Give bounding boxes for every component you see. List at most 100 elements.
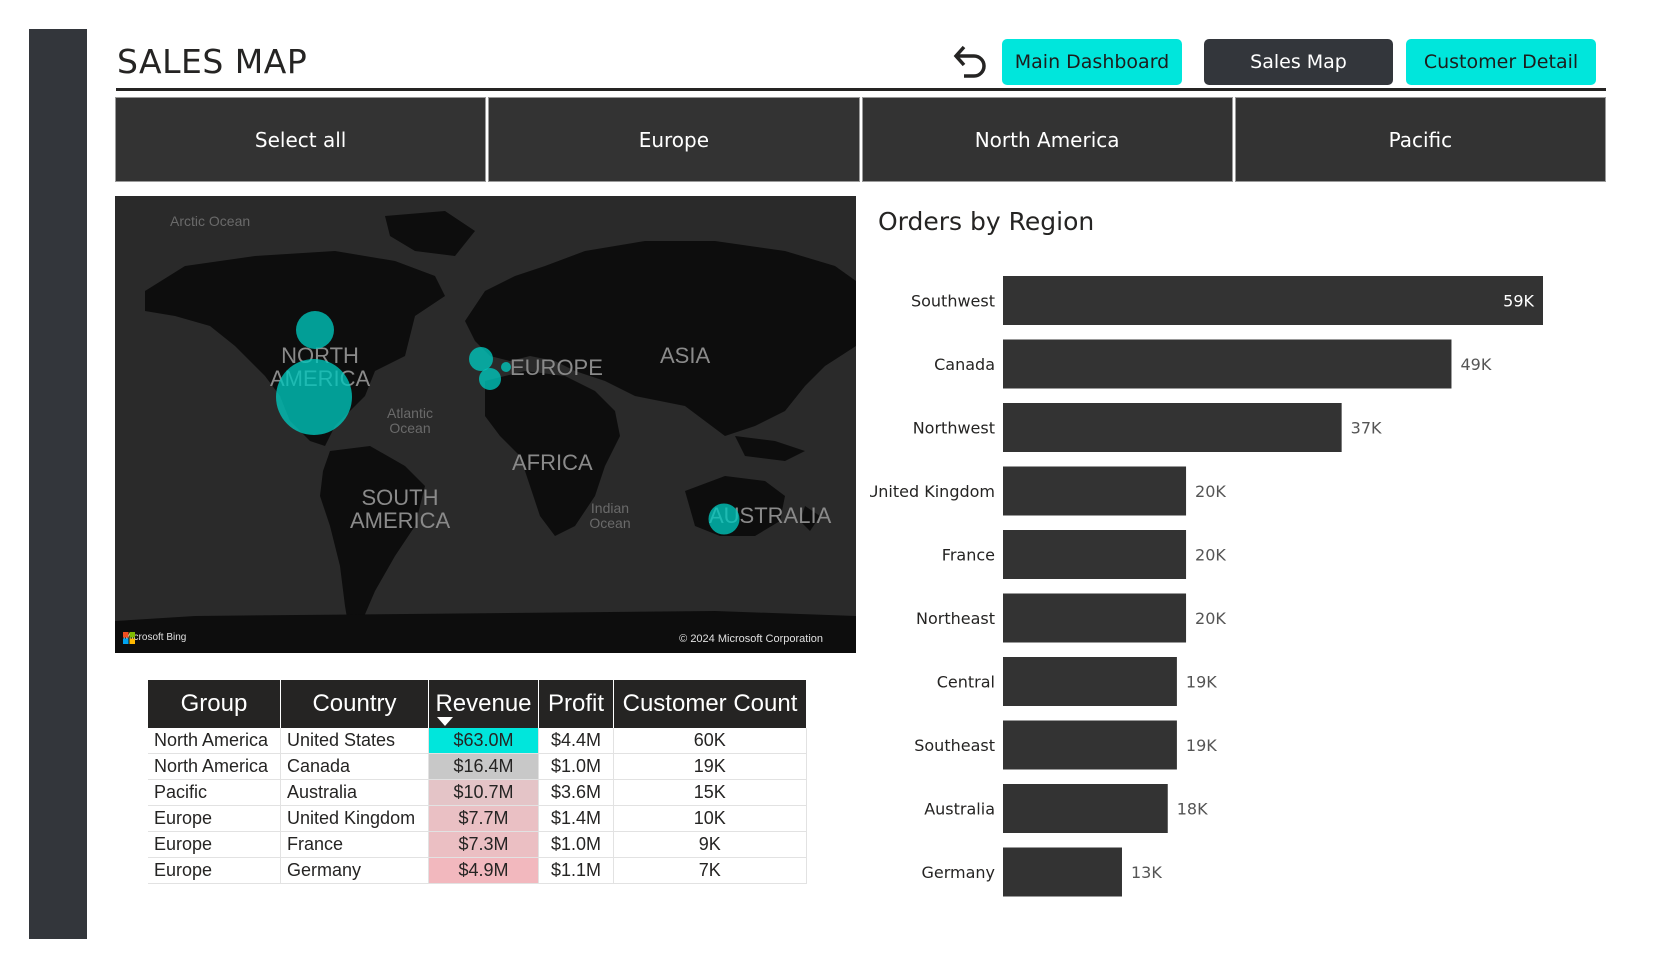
slicer-north-america[interactable]: North America bbox=[861, 97, 1233, 182]
cell-country: Germany bbox=[280, 857, 429, 884]
bar[interactable] bbox=[1003, 339, 1452, 389]
col-header-country[interactable]: Country bbox=[280, 680, 429, 728]
cell-profit: $1.1M bbox=[538, 857, 614, 884]
bar[interactable] bbox=[1003, 784, 1168, 833]
col-header-profit[interactable]: Profit bbox=[538, 680, 614, 728]
title-divider bbox=[116, 88, 1606, 91]
value-label: 19K bbox=[1186, 736, 1217, 755]
map-label-africa: AFRICA bbox=[512, 450, 593, 475]
bar[interactable] bbox=[1003, 593, 1187, 643]
cell-revenue: $10.7M bbox=[428, 779, 539, 806]
category-label: France bbox=[942, 546, 995, 565]
cell-customer-count: 9K bbox=[613, 831, 807, 858]
cell-country: Canada bbox=[280, 753, 429, 780]
region-slicer: Select all Europe North America Pacific bbox=[115, 97, 1606, 182]
cell-group: Pacific bbox=[148, 779, 281, 806]
map-copyright: © 2024 Microsoft Corporation bbox=[679, 633, 823, 645]
bubble-united-states[interactable] bbox=[276, 359, 352, 435]
table-row[interactable]: Europe France $7.3M $1.0M 9K bbox=[148, 831, 807, 858]
category-label: United Kingdom bbox=[870, 482, 995, 501]
cell-group: Europe bbox=[148, 857, 281, 884]
category-label: Central bbox=[937, 673, 995, 692]
cell-group: North America bbox=[148, 753, 281, 780]
col-header-group[interactable]: Group bbox=[148, 680, 281, 728]
category-label: Southeast bbox=[914, 736, 995, 755]
value-label: 19K bbox=[1186, 673, 1217, 692]
table-row[interactable]: Pacific Australia $10.7M $3.6M 15K bbox=[148, 779, 807, 806]
bar[interactable] bbox=[1003, 847, 1122, 897]
orders-by-region-chart: Southwest 59K Canada 49K Northwest 37K United … bbox=[870, 276, 1543, 897]
microsoft-logo-icon bbox=[123, 632, 135, 644]
category-label: Canada bbox=[934, 355, 995, 374]
table-row[interactable]: Europe Germany $4.9M $1.1M 7K bbox=[148, 857, 807, 884]
table-row[interactable]: Europe United Kingdom $7.7M $1.4M 10K bbox=[148, 805, 807, 832]
sales-map-button[interactable]: Sales Map bbox=[1204, 39, 1393, 85]
map-label-indian: Indian Ocean bbox=[589, 500, 631, 531]
cell-profit: $1.4M bbox=[538, 805, 614, 832]
category-label: Northwest bbox=[913, 419, 995, 438]
table-row[interactable]: North America United States $63.0M $4.4M 60K bbox=[148, 728, 807, 754]
bar[interactable] bbox=[1003, 276, 1543, 325]
slicer-europe[interactable]: Europe bbox=[488, 97, 860, 182]
col-header-revenue[interactable]: Revenue bbox=[428, 680, 539, 728]
map-label-south-america: SOUTH AMERICA bbox=[350, 485, 451, 534]
customer-detail-button[interactable]: Customer Detail bbox=[1406, 39, 1596, 85]
cell-country: United Kingdom bbox=[280, 805, 429, 832]
cell-country: France bbox=[280, 831, 429, 858]
value-label: 37K bbox=[1351, 419, 1382, 438]
world-landmass bbox=[115, 211, 856, 653]
main-dashboard-button[interactable]: Main Dashboard bbox=[1002, 39, 1182, 85]
value-label: 59K bbox=[1503, 292, 1534, 311]
value-label: 20K bbox=[1195, 546, 1226, 565]
bing-attribution: Microsoft Bing bbox=[123, 632, 186, 644]
col-header-customer-count[interactable]: Customer Count bbox=[613, 680, 806, 728]
chart-title: Orders by Region bbox=[878, 207, 1095, 236]
bubble-canada[interactable] bbox=[296, 311, 334, 349]
map-label-europe: EUROPE bbox=[510, 355, 603, 380]
sales-table: Group Country Revenue Profit Customer Co… bbox=[148, 680, 807, 884]
category-label: Australia bbox=[924, 800, 995, 819]
cell-profit: $1.0M bbox=[538, 831, 614, 858]
undo-arrow-icon[interactable] bbox=[950, 42, 990, 82]
table-row[interactable]: North America Canada $16.4M $1.0M 19K bbox=[148, 753, 807, 780]
cell-group: Europe bbox=[148, 805, 281, 832]
bar[interactable] bbox=[1003, 657, 1177, 706]
cell-customer-count: 7K bbox=[613, 857, 807, 884]
cell-profit: $1.0M bbox=[538, 753, 614, 780]
value-label: 13K bbox=[1131, 863, 1162, 882]
category-label: Northeast bbox=[916, 609, 995, 628]
cell-customer-count: 10K bbox=[613, 805, 807, 832]
cell-revenue: $7.7M bbox=[428, 805, 539, 832]
value-label: 20K bbox=[1195, 482, 1226, 501]
bubble-germany[interactable] bbox=[501, 362, 511, 372]
cell-customer-count: 19K bbox=[613, 753, 807, 780]
page-title: SALES MAP bbox=[117, 42, 308, 81]
cell-group: North America bbox=[148, 728, 281, 754]
bubble-australia[interactable] bbox=[708, 503, 740, 535]
value-label: 18K bbox=[1177, 800, 1208, 819]
col-header-revenue-label: Revenue bbox=[435, 690, 532, 717]
cell-profit: $3.6M bbox=[538, 779, 614, 806]
cell-group: Europe bbox=[148, 831, 281, 858]
bar[interactable] bbox=[1003, 720, 1177, 770]
bar[interactable] bbox=[1003, 403, 1342, 452]
category-label: Southwest bbox=[911, 292, 995, 311]
slicer-select-all[interactable]: Select all bbox=[115, 97, 487, 182]
sort-descending-icon bbox=[437, 717, 453, 726]
value-label: 20K bbox=[1195, 609, 1226, 628]
value-label: 49K bbox=[1460, 355, 1491, 374]
map-label-arctic: Arctic Ocean bbox=[170, 213, 251, 229]
sales-map[interactable]: Arctic Ocean Atlantic Ocean Indian Ocean… bbox=[115, 196, 856, 653]
cell-revenue: $4.9M bbox=[428, 857, 539, 884]
bar[interactable] bbox=[1003, 466, 1187, 516]
map-label-atlantic: Atlantic Ocean bbox=[387, 405, 433, 436]
cell-revenue: $63.0M bbox=[428, 728, 539, 754]
bubble-france[interactable] bbox=[479, 368, 501, 390]
cell-revenue: $7.3M bbox=[428, 831, 539, 858]
bar[interactable] bbox=[1003, 530, 1187, 579]
cell-country: Australia bbox=[280, 779, 429, 806]
left-nav-bar bbox=[29, 29, 87, 939]
cell-customer-count: 60K bbox=[613, 728, 807, 754]
cell-country: United States bbox=[280, 728, 429, 754]
slicer-pacific[interactable]: Pacific bbox=[1234, 97, 1606, 182]
